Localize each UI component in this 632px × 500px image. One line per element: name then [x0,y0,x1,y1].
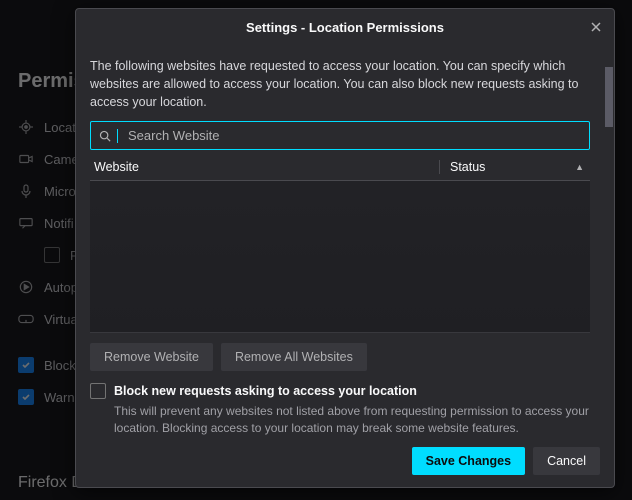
save-changes-button[interactable]: Save Changes [412,447,525,475]
text-cursor [117,129,118,143]
remove-all-websites-button[interactable]: Remove All Websites [221,343,367,371]
dialog-body: The following websites have requested to… [76,45,614,437]
search-icon [99,130,111,142]
sort-indicator-icon: ▲ [575,162,584,172]
column-website[interactable]: Website [94,160,439,174]
dialog-title: Settings - Location Permissions [246,20,444,35]
block-new-requests-description: This will prevent any websites not liste… [114,403,590,437]
close-icon [590,21,602,33]
remove-buttons-row: Remove Website Remove All Websites [90,343,600,371]
dialog-description: The following websites have requested to… [90,57,592,111]
dialog-titlebar: Settings - Location Permissions [76,9,614,45]
block-new-requests-label: Block new requests asking to access your… [114,384,417,398]
location-permissions-dialog: Settings - Location Permissions The foll… [75,8,615,488]
column-status-label: Status [450,160,485,174]
search-field[interactable] [90,121,590,150]
close-button[interactable] [584,15,608,39]
search-input[interactable] [126,127,581,144]
block-new-requests-checkbox[interactable] [90,383,106,399]
websites-table-body [90,181,590,333]
dialog-actions: Save Changes Cancel [76,437,614,487]
dialog-scrollbar[interactable] [604,45,614,437]
block-new-requests-row[interactable]: Block new requests asking to access your… [90,383,600,399]
scrollbar-thumb[interactable] [605,67,613,127]
remove-website-button[interactable]: Remove Website [90,343,213,371]
column-status[interactable]: Status ▲ [439,160,590,174]
websites-table-header: Website Status ▲ [90,160,590,181]
cancel-button[interactable]: Cancel [533,447,600,475]
